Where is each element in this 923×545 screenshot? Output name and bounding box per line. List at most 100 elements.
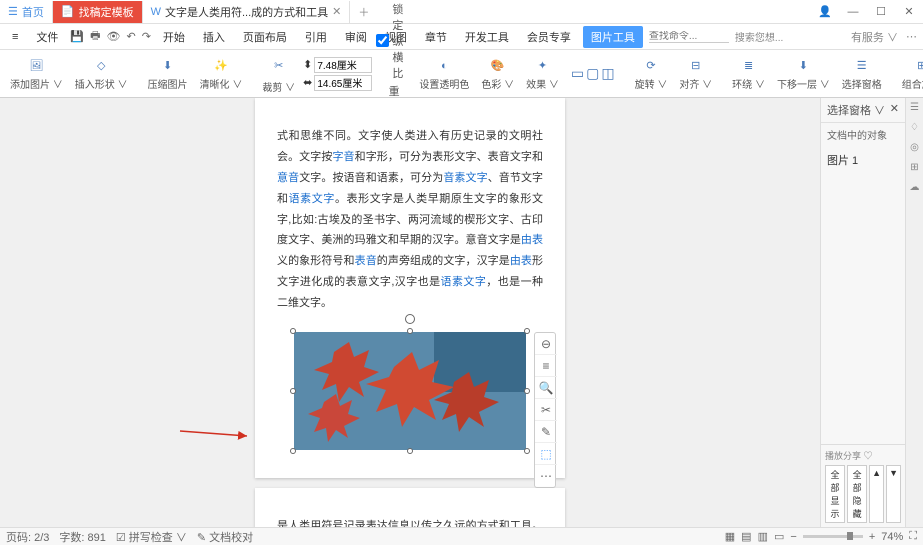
ribbon: 🖼添加图片 ∨ ◇插入形状 ∨ ⬇压缩图片 ✨清晰化 ∨ ✂裁剪 ∨ ⬍ ⬌ 锁…: [0, 50, 923, 98]
object-item[interactable]: 图片 1: [827, 150, 899, 170]
pane-subtitle: 文档中的对象: [821, 123, 905, 146]
handle-mr[interactable]: [524, 388, 530, 394]
pane-close-icon[interactable]: ✕: [890, 102, 899, 118]
menu-member[interactable]: 会员专享: [521, 27, 577, 47]
handle-bm[interactable]: [407, 448, 413, 454]
win-user-icon[interactable]: 👤: [811, 1, 839, 23]
view-mode-4-icon[interactable]: ▭: [774, 530, 784, 543]
command-search[interactable]: [649, 31, 729, 43]
annotation-arrow: [175, 423, 255, 443]
menu-chapter[interactable]: 章节: [419, 27, 453, 47]
float-crop-icon[interactable]: ✂: [535, 399, 557, 421]
height-input[interactable]: [314, 57, 372, 73]
status-doccheck[interactable]: ✎ 文档校对: [197, 529, 253, 545]
selected-image[interactable]: [294, 332, 526, 450]
selected-image-container[interactable]: ⊖ ≡ 🔍 ✂ ✎ ⬚ ⋯: [294, 332, 526, 450]
tab-document[interactable]: W文字是人类用符...成的方式和工具✕: [143, 1, 351, 23]
float-layout-icon[interactable]: ⊖: [535, 333, 557, 355]
menu-start[interactable]: 开始: [157, 27, 191, 47]
share-label[interactable]: 播放分享 ♡: [825, 449, 901, 462]
ribbon-effect[interactable]: ✦效果 ∨: [522, 55, 563, 93]
ribbon-move[interactable]: ⬇下移一层 ∨: [773, 55, 834, 93]
tab-add[interactable]: ＋: [350, 4, 377, 20]
hide-all-btn[interactable]: 全部隐藏: [847, 465, 867, 523]
ribbon-transparent[interactable]: ◐设置透明色: [415, 55, 473, 93]
tab-home[interactable]: ☰首页: [0, 1, 53, 23]
skin-dropdown[interactable]: 有服务 ∨: [851, 29, 898, 45]
float-wrap-icon[interactable]: ≡: [535, 355, 557, 377]
status-words[interactable]: 字数: 891: [59, 529, 105, 545]
ribbon-select-pane[interactable]: ☰选择窗格: [838, 55, 886, 93]
titlebar: ☰首页 📄找稿定模板 W文字是人类用符...成的方式和工具✕ ＋ 👤 — ☐ ✕: [0, 0, 923, 24]
win-minimize[interactable]: —: [839, 1, 867, 23]
show-all-btn[interactable]: 全部显示: [825, 465, 845, 523]
menu-dev[interactable]: 开发工具: [459, 27, 515, 47]
vtool-select-icon[interactable]: ☰: [908, 102, 922, 116]
qat-print-icon[interactable]: 🖶: [90, 27, 100, 46]
status-spell[interactable]: ☑ 拼写检查 ∨: [116, 529, 187, 545]
qat-undo-icon[interactable]: ↶: [126, 30, 135, 43]
qat-redo-icon[interactable]: ↷: [142, 30, 151, 43]
float-more-icon[interactable]: ⋯: [535, 465, 557, 487]
handle-bl[interactable]: [290, 448, 296, 454]
page-2: 是人类用符号记录表达信息以传之久远的方式和工具。现代文字大多是记录语言的工具。人…: [255, 488, 565, 527]
float-save-icon[interactable]: ⬚: [535, 443, 557, 465]
zoom-in-icon[interactable]: +: [869, 531, 875, 543]
zoom-slider[interactable]: [803, 535, 863, 538]
handle-tm[interactable]: [407, 328, 413, 334]
qat-preview-icon[interactable]: 👁: [107, 30, 121, 43]
vtool-limit-icon[interactable]: ⊞: [908, 162, 922, 176]
float-zoom-icon[interactable]: 🔍: [535, 377, 557, 399]
ribbon-combine[interactable]: ⊞组合旋转: [898, 55, 923, 93]
ribbon-rotate[interactable]: ⟳旋转 ∨: [631, 55, 672, 93]
vtool-nav-icon[interactable]: ◎: [908, 142, 922, 156]
reorder-down[interactable]: ▼: [886, 465, 901, 523]
ribbon-border-group[interactable]: ▭▢◫: [567, 65, 619, 82]
menu-layout[interactable]: 页面布局: [237, 27, 293, 47]
lock-ratio-check[interactable]: 锁定纵横比: [376, 1, 403, 81]
menu-hamburger[interactable]: ≡: [6, 29, 24, 45]
win-close[interactable]: ✕: [895, 1, 923, 23]
canvas[interactable]: 式和思维不同。文字使人类进入有历史记录的文明社会。文字按字音和字形，可分为表形文…: [0, 98, 820, 527]
menu-insert[interactable]: 插入: [197, 27, 231, 47]
pane-title: 选择窗格 ∨: [827, 102, 885, 118]
handle-tr[interactable]: [524, 328, 530, 334]
view-mode-1-icon[interactable]: ▦: [725, 530, 735, 543]
ribbon-wrap[interactable]: ≣环绕 ∨: [728, 55, 769, 93]
zoom-fit-icon[interactable]: ⛶: [909, 530, 917, 543]
ribbon-color[interactable]: 🎨色彩 ∨: [477, 55, 518, 93]
status-page[interactable]: 页码: 2/3: [6, 529, 49, 545]
reorder-up[interactable]: ▲: [869, 465, 884, 523]
image-float-toolbar: ⊖ ≡ 🔍 ✂ ✎ ⬚ ⋯: [534, 332, 556, 488]
view-mode-2-icon[interactable]: ▤: [741, 530, 751, 543]
zoom-out-icon[interactable]: −: [790, 531, 796, 543]
win-maximize[interactable]: ☐: [867, 1, 895, 23]
qat-save-icon[interactable]: 💾: [70, 30, 84, 43]
menu-more-icon[interactable]: ⋯: [906, 30, 917, 43]
ribbon-compress[interactable]: ⬇压缩图片: [144, 55, 192, 93]
menu-ref[interactable]: 引用: [299, 27, 333, 47]
width-input[interactable]: [314, 75, 372, 91]
tab-template[interactable]: 📄找稿定模板: [53, 1, 143, 23]
menu-file[interactable]: 文件: [30, 27, 64, 47]
ribbon-insert-shape[interactable]: ◇插入形状 ∨: [71, 55, 132, 93]
ribbon-align[interactable]: ⊟对齐 ∨: [675, 55, 716, 93]
menu-review[interactable]: 审阅: [339, 27, 373, 47]
menubar: ≡ 文件 💾 🖶 👁 ↶ ↷ 开始 插入 页面布局 引用 审阅 视图 章节 开发…: [0, 24, 923, 50]
handle-tl[interactable]: [290, 328, 296, 334]
search-hint: 搜索您想...: [735, 29, 783, 44]
selection-pane: 选择窗格 ∨ ✕ 文档中的对象 图片 1 播放分享 ♡ 全部显示 全部隐藏 ▲ ▼: [820, 98, 905, 527]
float-edit-icon[interactable]: ✎: [535, 421, 557, 443]
zoom-value[interactable]: 74%: [881, 531, 903, 543]
page1-text: 式和思维不同。文字使人类进入有历史记录的文明社会。文字按字音和字形，可分为表形文…: [277, 126, 543, 314]
view-mode-3-icon[interactable]: ▥: [758, 530, 768, 543]
ribbon-crop[interactable]: ✂裁剪 ∨: [258, 52, 299, 96]
ribbon-add-image[interactable]: 🖼添加图片 ∨: [6, 55, 67, 93]
ribbon-clear[interactable]: ✨清晰化 ∨: [196, 55, 247, 93]
vtool-backup-icon[interactable]: ☁: [908, 182, 922, 196]
vtool-style-icon[interactable]: ♢: [908, 122, 922, 136]
rotate-handle[interactable]: [405, 314, 415, 324]
handle-ml[interactable]: [290, 388, 296, 394]
menu-picture-tools[interactable]: 图片工具: [583, 26, 643, 48]
handle-br[interactable]: [524, 448, 530, 454]
